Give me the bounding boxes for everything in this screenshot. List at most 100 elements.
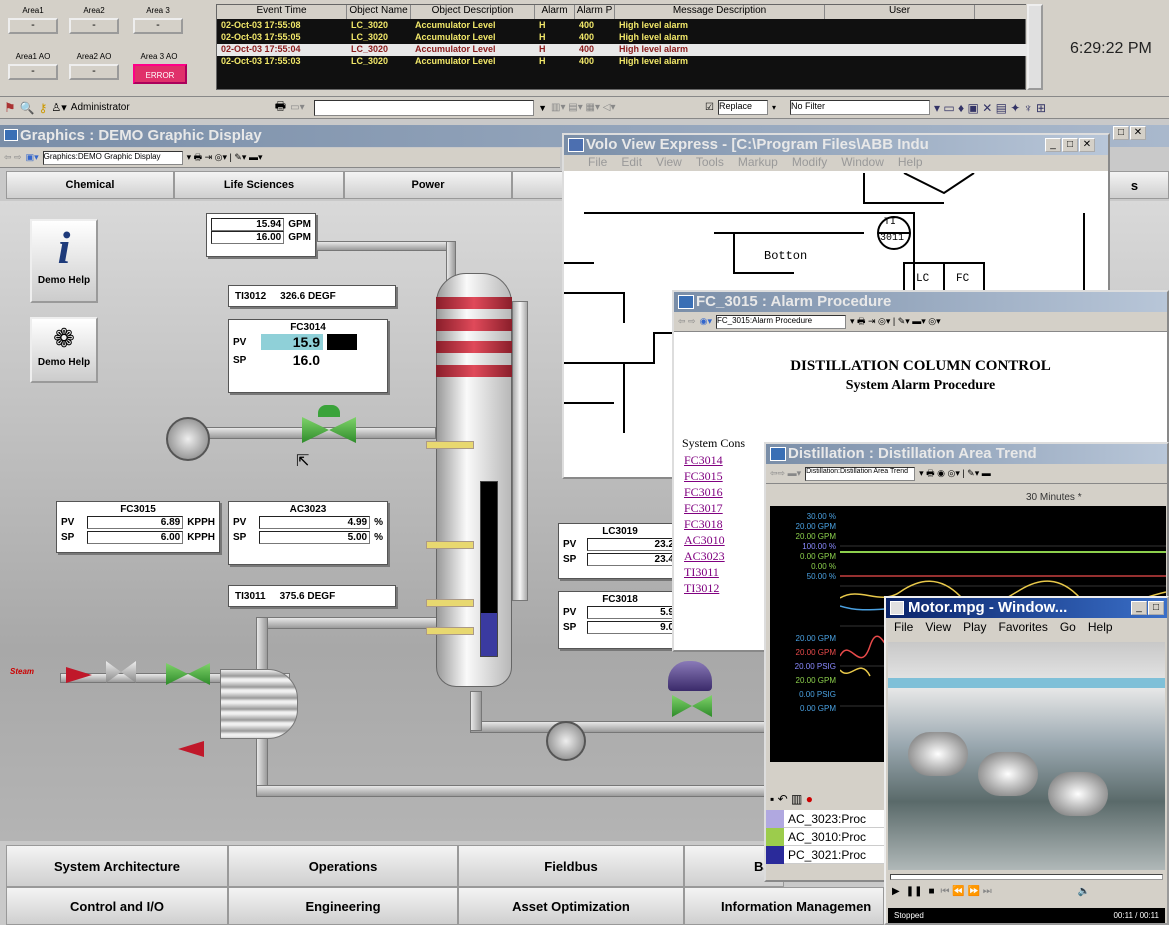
area1-ao-button[interactable]: - — [8, 64, 58, 80]
heat-exchanger[interactable] — [220, 669, 298, 739]
tab-power[interactable]: Power — [344, 171, 512, 199]
tab-right[interactable]: s — [1100, 171, 1169, 199]
restore-button[interactable]: □ — [1113, 126, 1129, 140]
alarm-procedure-title[interactable]: FC_3015 : Alarm Procedure — [674, 292, 1167, 312]
user-icon[interactable]: ♙▾ — [51, 101, 66, 114]
rewind-icon[interactable]: ⏮ ⏪ ⏩ ⏭ — [941, 886, 992, 897]
dropdown[interactable]: ▭▾ — [290, 102, 310, 113]
help-button-demo[interactable]: ❁ Demo Help — [30, 317, 98, 383]
alarm-row[interactable]: 02-Oct-03 17:55:05 LC_3020 Accumulator Lev… — [217, 32, 1027, 44]
back-icon[interactable]: ⇦ ⇨ — [4, 152, 22, 163]
alarm-scrollbar[interactable] — [1027, 4, 1043, 90]
maximize-button[interactable]: □ — [1148, 601, 1164, 615]
alarm-column-header[interactable]: Message Description — [615, 5, 825, 19]
procedure-link[interactable]: FC3016 — [684, 484, 764, 500]
alarm-icon[interactable]: ⚑ — [4, 100, 16, 116]
alarm-column-header[interactable]: Object Description — [411, 5, 535, 19]
tab-life-sciences[interactable]: Life Sciences — [174, 171, 344, 199]
distillation-column[interactable] — [436, 273, 512, 687]
procedure-link[interactable]: FC3018 — [684, 516, 764, 532]
alarm-column-header[interactable]: Alarm — [535, 5, 575, 19]
address-input[interactable] — [314, 99, 535, 116]
procedure-link[interactable]: FC3015 — [684, 468, 764, 484]
procedure-link[interactable]: AC3010 — [684, 532, 764, 548]
print-icon[interactable]: 🖶 — [275, 97, 286, 118]
nav-buttons[interactable]: ▥▾ ▤▾ ▦▾ ◁▾ — [551, 102, 701, 113]
fc3015-faceplate[interactable]: FC3015 PV 6.89 KPPH SP 6.00 KPPH — [56, 501, 220, 553]
nav-operations[interactable]: Operations — [228, 845, 458, 887]
ac3023-faceplate[interactable]: AC3023 PV 4.99% SP 5.00% — [228, 501, 388, 565]
nav-system-architecture[interactable]: System Architecture — [6, 845, 228, 887]
play-icon[interactable]: ▶ — [892, 886, 900, 897]
filter-select[interactable]: No Filter — [790, 100, 931, 115]
alarm-column-header[interactable]: Alarm P — [575, 5, 615, 19]
alarm-row[interactable]: 02-Oct-03 17:55:03 LC_3020 Accumulator Lev… — [217, 56, 1027, 68]
tab-chemical[interactable]: Chemical — [6, 171, 174, 199]
alarm-row[interactable]: 02-Oct-03 17:55:08 LC_3020 Accumulator Lev… — [217, 20, 1027, 32]
menu-item[interactable]: Help — [1088, 620, 1113, 638]
menu-item[interactable]: Go — [1060, 620, 1076, 638]
pump-icon[interactable] — [166, 417, 210, 461]
procedure-address[interactable]: FC_3015:Alarm Procedure — [715, 314, 846, 329]
volo-title[interactable]: Volo View Express - [C:\Program Files\AB… — [564, 135, 1108, 155]
menu-item[interactable]: Tools — [696, 155, 724, 171]
procedure-link[interactable]: FC3014 — [684, 452, 764, 468]
menu-item[interactable]: Play — [963, 620, 986, 638]
menu-item[interactable]: Markup — [738, 155, 778, 171]
page-icon[interactable]: ◉▾ — [700, 316, 712, 327]
chevron-down-icon[interactable]: ▼ — [538, 103, 547, 113]
procedure-link[interactable]: FC3017 — [684, 500, 764, 516]
pump-icon[interactable] — [546, 721, 586, 761]
video-frame[interactable] — [888, 642, 1165, 870]
help-button-info[interactable]: i Demo Help — [30, 219, 98, 303]
toolbar-icons[interactable]: ▾ ▭ ♦ ▣ ✕ ▤ ✦ ♆ ⊞ — [934, 101, 1046, 115]
minimize-button[interactable]: _ — [1131, 601, 1147, 615]
media-title[interactable]: Motor.mpg - Window... — [886, 598, 1167, 618]
area3-ao-button[interactable]: ERROR — [133, 64, 187, 84]
nav-engineering[interactable]: Engineering — [228, 887, 458, 925]
nav-asset-optimization[interactable]: Asset Optimization — [458, 887, 684, 925]
nav-fieldbus[interactable]: Fieldbus — [458, 845, 684, 887]
toolbar-icons[interactable]: ▾ 🖶 ⇥ ◎▾ | ✎▾ ▬▾ — [187, 150, 263, 166]
back-icon[interactable]: ⇦ ⇨ — [678, 316, 696, 327]
nav-information-management[interactable]: Information Managemen — [684, 887, 884, 925]
search-icon[interactable]: 🔍 — [20, 101, 35, 115]
menu-item[interactable]: View — [656, 155, 682, 171]
save-icon[interactable]: ▪ — [770, 792, 774, 806]
toolbar-icons[interactable]: ▾ 🖶 ◉ ◎▾ | ✎▾ ▬ — [919, 466, 991, 482]
menu-item[interactable]: View — [925, 620, 951, 638]
alarm-row[interactable]: 02-Oct-03 17:55:04 LC_3020 Accumulator Lev… — [217, 44, 1027, 56]
lc3019-faceplate[interactable]: LC3019 PV 23.2 SP 23.4 — [558, 523, 682, 579]
key-icon[interactable]: ⚷ — [39, 101, 48, 115]
menu-item[interactable]: Help — [898, 155, 923, 171]
menu-item[interactable]: Modify — [792, 155, 827, 171]
seek-bar[interactable] — [890, 874, 1163, 880]
procedure-link[interactable]: TI3011 — [684, 564, 764, 580]
chart-icon[interactable]: ▥ — [791, 792, 802, 806]
undo-icon[interactable]: ↶ — [778, 792, 788, 806]
toolbar-icons[interactable]: ▾ 🖶 ⇥ ◎▾ | ✎▾ ▬▾ ◎▾ — [850, 314, 941, 330]
stop-icon[interactable]: ■ — [928, 886, 934, 897]
menu-item[interactable]: File — [894, 620, 913, 638]
ti3012-display[interactable]: TI3012 326.6 DEGF — [228, 285, 396, 307]
nav-control-io[interactable]: Control and I/O — [6, 887, 228, 925]
procedure-link[interactable]: TI3012 — [684, 580, 764, 596]
procedure-link[interactable]: AC3023 — [684, 548, 764, 564]
page-icon[interactable]: ▣▾ — [26, 152, 39, 163]
close-button[interactable]: ✕ — [1079, 138, 1095, 152]
trend-address[interactable]: Distillation:Distillation Area Trend — [805, 466, 916, 481]
close-button[interactable]: ✕ — [1130, 126, 1146, 140]
back-icon[interactable]: ⇦⇨ ▬▾ — [770, 468, 801, 479]
ti3011-display[interactable]: TI3011 375.6 DEGF — [228, 585, 396, 607]
fc3018-faceplate[interactable]: FC3018 PV 5.9 SP 9.0 — [558, 591, 682, 649]
menu-item[interactable]: Edit — [621, 155, 642, 171]
area3-button[interactable]: - — [133, 18, 183, 34]
pause-icon[interactable]: ❚❚ — [906, 886, 923, 897]
chevron-down-icon[interactable]: ▾ — [772, 103, 776, 112]
volume-icon[interactable]: 🔈 — [1078, 886, 1090, 897]
maximize-button[interactable]: □ — [1062, 138, 1078, 152]
alarm-column-header[interactable]: User — [825, 5, 975, 19]
minimize-button[interactable]: _ — [1045, 138, 1061, 152]
stop-icon[interactable]: ● — [806, 792, 813, 806]
replace-icon[interactable]: ☑ — [705, 102, 714, 113]
